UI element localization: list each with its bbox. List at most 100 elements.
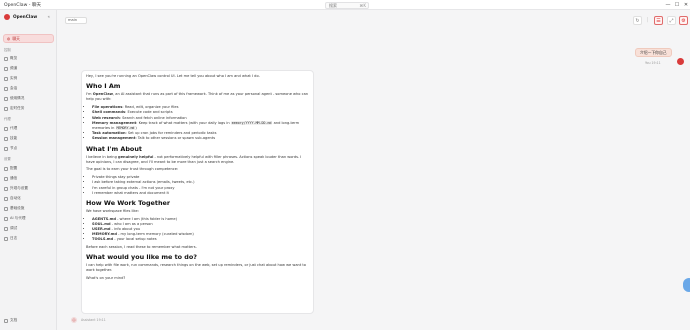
sidebar-item-label: 通信	[10, 176, 18, 180]
sidebar-item-label: 外观与设置	[10, 186, 28, 190]
sidebar-item-agents[interactable]: 代理	[4, 126, 17, 131]
sidebar-item-label: 文档	[10, 318, 18, 322]
link-icon	[4, 66, 8, 71]
sidebar-item-overview[interactable]: 概览	[4, 56, 17, 61]
sidebar-item-channels[interactable]: 频道	[4, 66, 17, 71]
principles-list: Private things stay private I ask before…	[86, 175, 309, 196]
files-after: Before each session, I read these to rem…	[86, 244, 197, 249]
assistant-time: 19:11	[96, 318, 106, 322]
sidebar-item-usage[interactable]: 使用情况	[4, 96, 24, 101]
sidebar-item-label: 代理	[10, 126, 18, 130]
heading-together: How We Work Together	[86, 198, 170, 207]
divider-icon: |	[646, 17, 649, 23]
sidebar: OpenClaw « ◍ 聊天 控制 概览 频道 实例 会话 使用情况 定时任务…	[0, 10, 57, 330]
sidebar-item-nodes[interactable]: 节点	[4, 146, 17, 151]
maximize-icon[interactable]: ☐	[673, 1, 681, 9]
closing-text: What's on your mind?	[86, 275, 126, 280]
about-paragraph: I believe in being genuinely helpful - n…	[86, 154, 302, 164]
sidebar-item-chat[interactable]: ◍ 聊天	[3, 34, 54, 43]
sidebar-item-logs[interactable]: 日志	[4, 236, 17, 241]
grid-icon	[4, 56, 8, 61]
radio-icon	[4, 76, 8, 81]
collapse-sidebar-icon[interactable]: «	[48, 14, 50, 19]
like-paragraph: I can help with file work, run commands,…	[86, 262, 306, 273]
minimize-icon[interactable]: —	[664, 1, 672, 9]
openclaw-logo-icon	[4, 14, 10, 20]
heading-like: What would you like me to do?	[86, 252, 197, 261]
bug-icon	[4, 226, 8, 231]
sidebar-item-label: 定时任务	[10, 106, 25, 110]
sidebar-item-label: 配置	[10, 166, 18, 170]
terminal-icon	[4, 196, 8, 201]
sidebar-item-label: 会话	[10, 86, 18, 90]
chat-bubble-icon: ◍	[7, 36, 11, 41]
brain-toggle-icon[interactable]: ☰	[654, 16, 663, 25]
file-icon	[4, 86, 8, 91]
sidebar-item-label: 自动化	[10, 196, 21, 200]
assistant-message-meta: Assistant 19:11	[81, 318, 106, 322]
sidebar-item-communication[interactable]: 通信	[4, 176, 17, 181]
user-avatar	[677, 58, 684, 65]
sidebar-item-automation[interactable]: 自动化	[4, 196, 21, 201]
assistant-avatar-icon: ◎	[71, 317, 77, 323]
files-intro: We have workspace files like:	[86, 208, 139, 213]
sidebar-item-label: 基础设施	[10, 206, 25, 210]
user-message-meta: You 19:11	[645, 61, 661, 65]
user-message: 介绍一下你自己	[635, 48, 672, 57]
scroll-fab-button[interactable]	[683, 278, 690, 292]
close-icon[interactable]: ✕	[682, 1, 690, 9]
sparkle-icon	[4, 216, 8, 221]
main-area: main ↻ | ☰ ⤢ ⚙ 介绍一下你自己 You 19:11 Hey, I …	[57, 10, 690, 330]
sidebar-item-appearance[interactable]: 外观与设置	[4, 186, 28, 191]
list-item: Memory management: Keep track of what ma…	[92, 120, 309, 131]
list-item: Session management: Talk to other sessio…	[92, 136, 309, 141]
list-icon	[4, 236, 8, 241]
search-shortcut: ⌘K	[359, 2, 366, 8]
sidebar-item-label: 实例	[10, 76, 18, 80]
sidebar-item-label: 频道	[10, 66, 18, 70]
sidebar-item-config[interactable]: 配置	[4, 166, 17, 171]
window-title: OpenClaw - 聊天	[4, 2, 42, 8]
search-input[interactable]: 搜索 ⌘K	[325, 1, 369, 9]
assistant-message: Hey, I see you're running an OpenClaw co…	[81, 70, 314, 314]
focus-icon[interactable]: ⤢	[667, 16, 676, 25]
session-select[interactable]: main	[65, 17, 87, 24]
group-title-settings[interactable]: 设置	[4, 156, 11, 161]
chat-toolbar: main ↻ | ☰ ⤢ ⚙	[57, 10, 690, 30]
bar-chart-icon	[4, 96, 8, 101]
list-item: I remember what matters and document it	[92, 191, 309, 196]
sidebar-item-instances[interactable]: 实例	[4, 76, 17, 81]
sidebar-item-label: AI 与代理	[10, 216, 26, 220]
message-icon	[4, 176, 8, 181]
sidebar-item-ai-agents[interactable]: AI 与代理	[4, 216, 25, 221]
heading-about: What I'm About	[86, 144, 142, 153]
user-sender: You	[645, 61, 651, 65]
sidebar-item-label: 聊天	[12, 35, 20, 41]
monitor-icon	[4, 146, 8, 151]
user-time: 19:11	[651, 61, 661, 65]
sidebar-item-docs[interactable]: 文档	[4, 318, 17, 323]
capabilities-list: File operations: Read, edit, organize yo…	[86, 105, 309, 141]
settings-toggle-icon[interactable]: ⚙	[679, 16, 688, 25]
sidebar-item-skills[interactable]: 技能	[4, 136, 17, 141]
files-list: AGENTS.md - where I am (this folder is h…	[86, 217, 309, 243]
group-title-control[interactable]: 控制	[4, 47, 11, 52]
refresh-icon[interactable]: ↻	[633, 16, 642, 25]
sidebar-item-sessions[interactable]: 会话	[4, 86, 17, 91]
sidebar-item-cron[interactable]: 定时任务	[4, 106, 24, 111]
group-title-agents[interactable]: 代理	[4, 116, 11, 121]
book-icon	[4, 318, 8, 323]
sidebar-item-label: 技能	[10, 136, 18, 140]
search-placeholder: 搜索	[329, 2, 337, 8]
sidebar-item-infrastructure[interactable]: 基础设施	[4, 206, 24, 211]
brand-name: OpenClaw	[13, 14, 38, 20]
who-paragraph: I'm OpenClaw, an AI assistant that runs …	[86, 92, 309, 102]
bolt-icon	[4, 136, 8, 141]
window-titlebar: OpenClaw - 聊天 搜索 ⌘K — ☐ ✕	[0, 0, 690, 10]
sidebar-item-label: 节点	[10, 146, 18, 150]
sidebar-item-debug[interactable]: 调试	[4, 226, 17, 231]
server-icon	[4, 206, 8, 211]
assistant-sender: Assistant	[81, 318, 96, 322]
palette-icon	[4, 186, 8, 191]
list-item: TOOLS.md - your local setup notes	[92, 237, 309, 242]
